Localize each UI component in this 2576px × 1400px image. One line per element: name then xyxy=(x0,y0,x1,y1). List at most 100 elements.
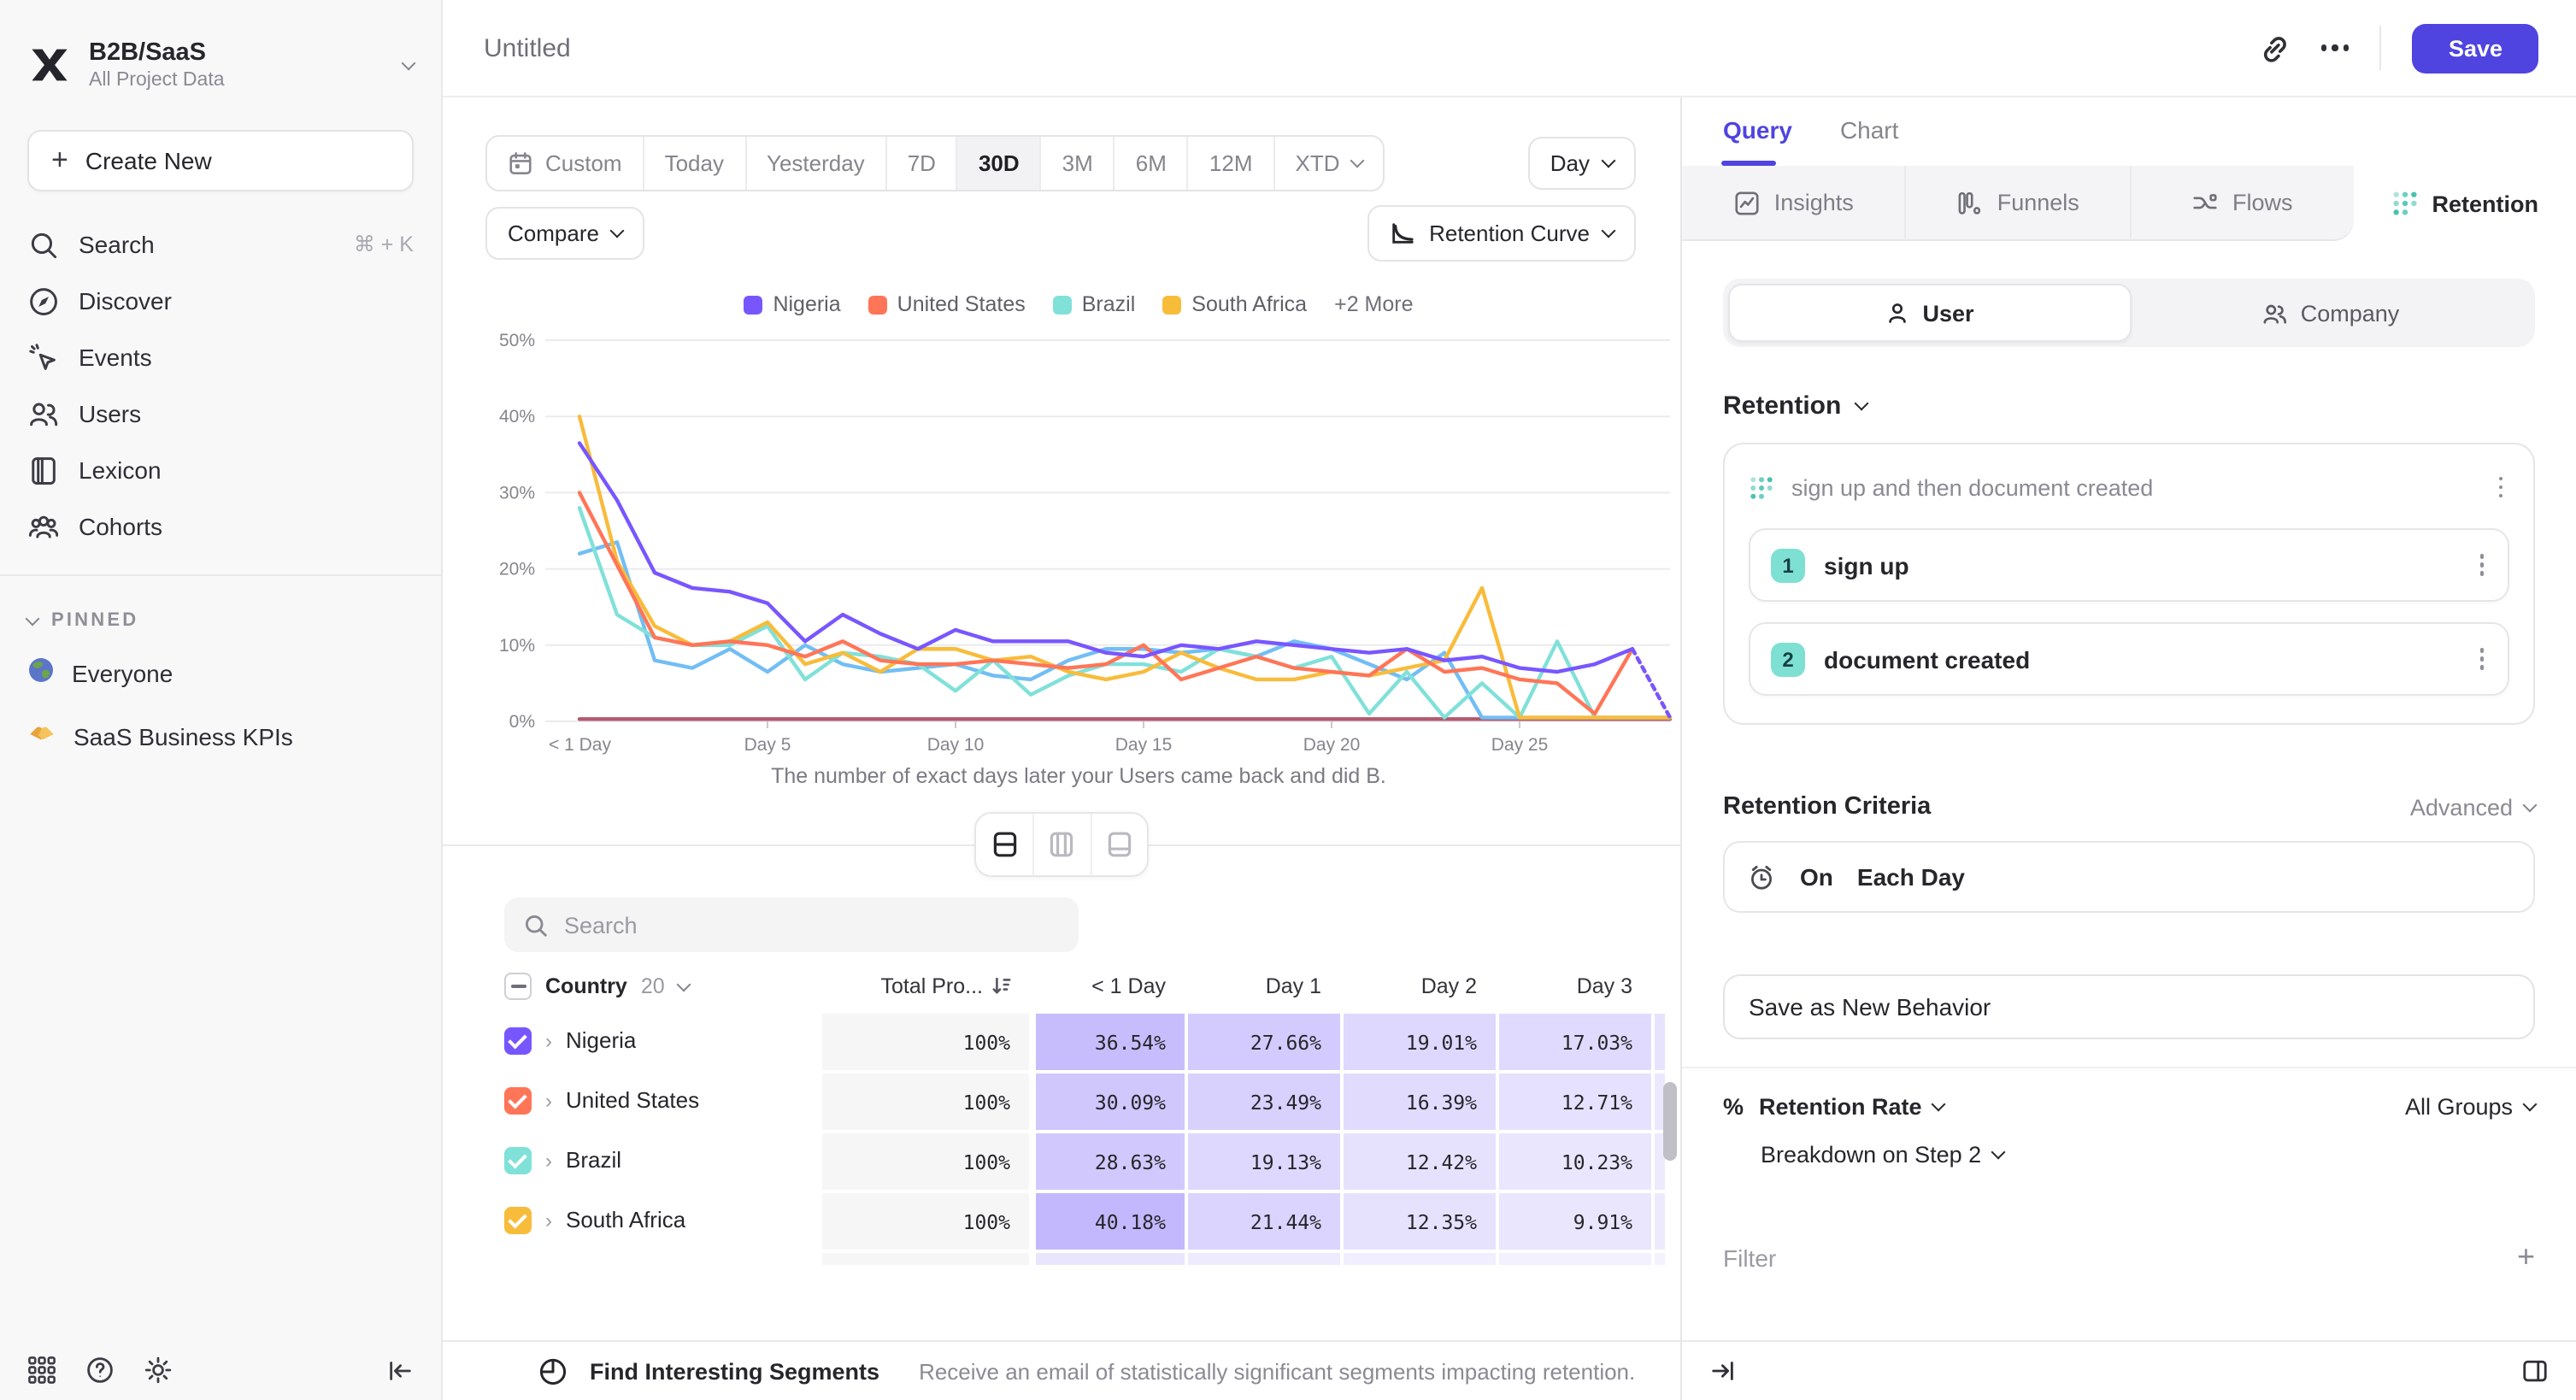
project-switcher[interactable]: B2B/SaaS All Project Data xyxy=(27,27,414,103)
sidebar-item-events[interactable]: Events xyxy=(0,328,441,385)
split-vertical-icon[interactable] xyxy=(1033,814,1091,875)
column-header-day-1[interactable]: Day 1 xyxy=(1185,974,1340,998)
legend-item-brazil[interactable]: Brazil xyxy=(1053,292,1136,316)
column-header-day-2[interactable]: Day 2 xyxy=(1340,974,1496,998)
compare-dropdown[interactable]: Compare xyxy=(485,207,645,260)
row-checkbox[interactable] xyxy=(504,1086,532,1114)
sidebar-nav: Search⌘ + KDiscoverEventsUsersLexiconCoh… xyxy=(0,215,441,554)
sidebar-item-search[interactable]: Search⌘ + K xyxy=(0,215,441,272)
alarm-clock-icon xyxy=(1747,862,1776,891)
behavior-step-2[interactable]: 2 document created xyxy=(1749,622,2509,696)
behavior-step-1[interactable]: 1 sign up xyxy=(1749,528,2509,602)
sidebar-item-users[interactable]: Users xyxy=(0,385,441,441)
sort-descending-icon[interactable] xyxy=(991,976,1012,997)
collapse-sidebar-icon[interactable] xyxy=(386,1356,414,1384)
add-filter-icon[interactable]: + xyxy=(2517,1239,2535,1275)
svg-text:0%: 0% xyxy=(509,712,535,732)
criteria-value[interactable]: Each Day xyxy=(1857,863,1965,891)
tab-funnels[interactable]: Funnels xyxy=(1905,166,2130,241)
tab-query[interactable]: Query xyxy=(1723,116,1792,166)
kebab-menu-icon[interactable] xyxy=(2491,470,2509,505)
handshake-icon xyxy=(27,719,56,753)
breakdown-dropdown[interactable]: Breakdown on Step 2 xyxy=(1761,1142,2535,1168)
retention-chart: 0%10%20%30%40%50%< 1 DayDay 5Day 10Day 1… xyxy=(479,323,1679,764)
total-column-header[interactable]: Total Pro... xyxy=(881,974,984,998)
legend-swatch xyxy=(868,295,887,314)
range-3m[interactable]: 3M xyxy=(1040,137,1114,190)
svg-text:Day 25: Day 25 xyxy=(1491,735,1549,755)
tab-retention[interactable]: Retention xyxy=(2354,166,2576,241)
legend-more[interactable]: +2 More xyxy=(1334,292,1413,316)
app-grid-icon[interactable] xyxy=(27,1356,56,1385)
split-bottom-icon[interactable] xyxy=(1090,814,1147,875)
granularity-dropdown[interactable]: Day xyxy=(1528,137,1636,190)
pinned-item-saas-business-kpis[interactable]: SaaS Business KPIs xyxy=(0,704,441,768)
people-group-icon xyxy=(27,510,58,541)
create-new-button[interactable]: + Create New xyxy=(27,130,414,191)
groups-dropdown[interactable]: All Groups xyxy=(2405,1094,2535,1120)
column-header--1-day[interactable]: < 1 Day xyxy=(1029,974,1185,998)
sidebar-item-discover[interactable]: Discover xyxy=(0,272,441,328)
range-yesterday[interactable]: Yesterday xyxy=(744,137,885,190)
entity-user[interactable]: User xyxy=(1728,284,2131,342)
tab-chart[interactable]: Chart xyxy=(1840,116,1898,166)
legend-item-nigeria[interactable]: Nigeria xyxy=(744,292,840,316)
kebab-menu-icon[interactable] xyxy=(2473,642,2491,677)
range-custom[interactable]: Custom xyxy=(487,137,643,190)
range-12m[interactable]: 12M xyxy=(1187,137,1273,190)
range-label: XTD xyxy=(1296,150,1340,176)
kebab-menu-icon[interactable] xyxy=(2473,548,2491,583)
chevron-down-icon xyxy=(2523,1097,2538,1112)
table-search-input[interactable] xyxy=(564,912,1060,938)
expand-row-icon[interactable]: › xyxy=(545,1148,552,1172)
criteria-card[interactable]: On Each Day xyxy=(1723,841,2535,913)
calendar-icon xyxy=(508,150,533,176)
copy-link-icon[interactable] xyxy=(2258,32,2291,64)
mixpanel-logo-icon xyxy=(27,43,72,87)
value-cell: 12.42% xyxy=(1340,1130,1496,1190)
expand-row-icon[interactable]: › xyxy=(545,1088,552,1112)
split-horizontal-icon[interactable] xyxy=(976,814,1033,875)
sidebar-item-cohorts[interactable]: Cohorts xyxy=(0,497,441,554)
retention-section-toggle[interactable]: Retention xyxy=(1723,391,2535,421)
column-header-day-3[interactable]: Day 3 xyxy=(1496,974,1651,998)
collapse-panel-icon[interactable] xyxy=(1709,1357,1737,1385)
range-30d[interactable]: 30D xyxy=(956,137,1040,190)
chart-type-dropdown[interactable]: Retention Curve xyxy=(1367,205,1636,262)
sidebar-item-lexicon[interactable]: Lexicon xyxy=(0,441,441,497)
legend-label: United States xyxy=(897,292,1026,316)
legend-item-south-africa[interactable]: South Africa xyxy=(1162,292,1307,316)
expand-row-icon[interactable]: › xyxy=(545,1028,552,1052)
tab-flows[interactable]: Flows xyxy=(2129,166,2354,241)
group-by-label[interactable]: Country xyxy=(545,974,627,998)
measure-dropdown[interactable]: Retention Rate xyxy=(1759,1094,1944,1120)
range-today[interactable]: Today xyxy=(643,137,744,190)
range-xtd[interactable]: XTD xyxy=(1273,137,1383,190)
pinned-item-everyone[interactable]: Everyone xyxy=(0,641,441,704)
advanced-dropdown[interactable]: Advanced xyxy=(2410,794,2535,820)
row-checkbox[interactable] xyxy=(504,1146,532,1174)
legend-swatch xyxy=(1053,295,1072,314)
settings-gear-icon[interactable] xyxy=(144,1356,173,1385)
expand-row-icon[interactable]: › xyxy=(545,1208,552,1232)
compass-icon xyxy=(27,285,58,315)
help-icon[interactable] xyxy=(85,1356,115,1385)
entity-company[interactable]: Company xyxy=(2131,284,2530,342)
interesting-segments-bar[interactable]: Find Interesting Segments Receive an ema… xyxy=(443,1340,1680,1400)
panel-layout-icon[interactable] xyxy=(2521,1357,2549,1385)
panel-layout-toggle xyxy=(974,812,1149,877)
tab-insights[interactable]: Insights xyxy=(1682,166,1905,241)
row-checkbox[interactable] xyxy=(504,1206,532,1233)
save-button[interactable]: Save xyxy=(2413,23,2538,73)
more-options-icon[interactable] xyxy=(2321,45,2350,51)
range-label: 6M xyxy=(1136,150,1167,176)
range-6m[interactable]: 6M xyxy=(1114,137,1187,190)
pinned-section-toggle[interactable]: PINNED xyxy=(0,600,441,641)
select-all-checkbox[interactable] xyxy=(504,973,532,1000)
range-7d[interactable]: 7D xyxy=(885,137,956,190)
legend-item-united-states[interactable]: United States xyxy=(868,292,1026,316)
row-checkbox[interactable] xyxy=(504,1026,532,1054)
save-as-behavior-button[interactable]: Save as New Behavior xyxy=(1723,974,2535,1039)
vertical-scrollbar[interactable] xyxy=(1663,1082,1677,1161)
report-title[interactable]: Untitled xyxy=(484,33,571,62)
